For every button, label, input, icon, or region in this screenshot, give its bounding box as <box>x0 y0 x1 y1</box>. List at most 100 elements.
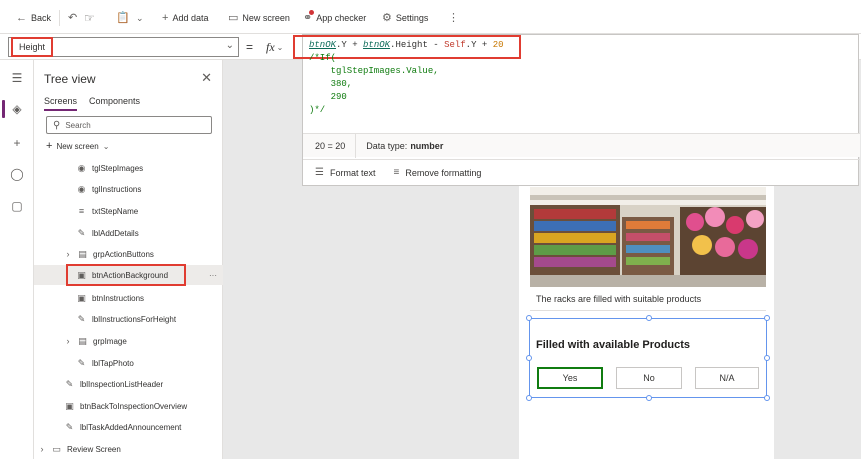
evaluation-bar: 20 = 20 Data type: number <box>303 133 860 158</box>
toggle-icon: ◉ <box>77 183 86 194</box>
undo-icon: ↶ <box>68 11 78 24</box>
plus-icon[interactable]: + <box>9 135 25 151</box>
group-icon: ▤ <box>78 335 87 346</box>
tab-components[interactable]: Components <box>89 96 140 111</box>
answer-yes-button[interactable]: Yes <box>537 367 603 389</box>
app-checker-label: App checker <box>316 13 367 23</box>
resize-handle[interactable] <box>526 315 532 321</box>
node-label: lblAddDetails <box>92 228 139 238</box>
label-icon: ✎ <box>77 227 86 238</box>
label-icon: ✎ <box>65 421 74 432</box>
node-label: lblTapPhoto <box>92 358 134 368</box>
answer-na-button[interactable]: N/A <box>695 367 759 389</box>
divider <box>59 10 60 26</box>
property-name: Height <box>11 37 54 57</box>
paste-dropdown[interactable]: ⌄ <box>136 10 144 26</box>
tree-node[interactable]: ≡ txtStepName <box>76 201 138 221</box>
node-label: lblTaskAddedAnnouncement <box>80 422 182 432</box>
app-checker-button[interactable]: ⚭ App checker <box>303 9 367 26</box>
new-screen-button[interactable]: + New screen ⌄ <box>46 140 109 152</box>
chevron-down-icon: ⌄ <box>276 42 284 52</box>
back-arrow-icon: ← <box>16 11 27 24</box>
selected-container[interactable]: Filled with available Products Yes No N/… <box>526 315 770 401</box>
tree-node[interactable]: ▣ btnBackToInspectionOverview <box>64 396 187 416</box>
button-icon: ▣ <box>65 400 74 411</box>
resize-handle[interactable] <box>764 395 770 401</box>
chevron-right-icon: › <box>40 444 44 454</box>
store-shelves-image <box>530 187 766 287</box>
resize-handle[interactable] <box>526 395 532 401</box>
node-label: btnInstructions <box>92 293 145 303</box>
selection-highlight <box>66 264 186 286</box>
tree-view-panel: Tree view ✕ Screens Components ⚲ Search … <box>34 60 223 459</box>
back-button[interactable]: ← Back <box>16 10 51 26</box>
formula-text: .Height - <box>390 40 445 50</box>
more-commands-button[interactable]: ⋮ <box>448 10 459 26</box>
tree-node[interactable]: ▣ btnInstructions <box>76 288 144 308</box>
resize-handle[interactable] <box>646 395 652 401</box>
tree-node[interactable]: › ▤ grpImage <box>64 331 127 351</box>
tree-node[interactable]: › ▭ Review Screen <box>38 439 121 459</box>
resize-handle[interactable] <box>646 315 652 321</box>
resize-handle[interactable] <box>764 315 770 321</box>
button-icon: ▣ <box>77 292 86 303</box>
tree-node[interactable]: ◉ tglInstructions <box>76 179 142 199</box>
tree-node[interactable]: ✎ lblAddDetails <box>76 223 139 243</box>
media-icon[interactable]: ▢ <box>9 198 25 214</box>
screen-icon: ▭ <box>228 11 239 24</box>
search-input[interactable]: ⚲ Search <box>46 116 212 134</box>
equals-sign: = <box>246 40 254 54</box>
question-title: Filled with available Products <box>536 339 691 351</box>
format-text-button[interactable]: ☰ Format text <box>315 167 375 178</box>
tree-node[interactable]: ✎ lblTaskAddedAnnouncement <box>64 417 182 437</box>
node-label: tglInstructions <box>92 184 142 194</box>
hamburger-icon[interactable]: ☰ <box>9 70 25 86</box>
more-options-icon[interactable]: ··· <box>209 271 217 280</box>
formula-editor[interactable]: btnOK.Y + btnOK.Height - Self.Y + 20 /*I… <box>293 34 860 186</box>
tab-screens[interactable]: Screens <box>44 96 78 111</box>
group-icon: ▤ <box>78 248 87 259</box>
new-screen-button[interactable]: ▭ New screen <box>228 10 290 26</box>
property-selector[interactable]: Height ⌄ <box>8 37 239 57</box>
tree-node[interactable]: ✎ lblInspectionListHeader <box>64 374 163 394</box>
resize-handle[interactable] <box>764 355 770 361</box>
remove-formatting-label: Remove formatting <box>405 167 482 178</box>
node-label: grpActionButtons <box>93 249 154 259</box>
close-icon[interactable]: ✕ <box>201 70 212 86</box>
remove-format-icon: ≡ <box>393 166 400 178</box>
data-type-label: Data type: <box>366 140 408 151</box>
settings-button[interactable]: ⚙ Settings <box>382 10 428 26</box>
tree-tabs: Screens Components <box>44 96 140 111</box>
notification-dot <box>309 9 315 15</box>
tree-node[interactable]: ✎ lblTapPhoto <box>76 353 134 373</box>
toggle-icon: ◉ <box>77 162 86 173</box>
tree-node[interactable]: ✎ lblInstructionsForHeight <box>76 309 176 329</box>
more-vertical-icon: ⋮ <box>448 11 459 24</box>
plus-icon: + <box>162 11 169 24</box>
search-placeholder: Search <box>65 120 91 130</box>
divider <box>355 133 357 158</box>
cursor-pointer: ☞ <box>84 10 95 26</box>
label-icon: ✎ <box>65 378 74 389</box>
remove-formatting-button[interactable]: ≡ Remove formatting <box>393 166 482 178</box>
undo-button[interactable]: ↶ <box>68 10 77 26</box>
add-data-button[interactable]: + Add data <box>162 10 208 26</box>
gear-icon: ⚙ <box>382 11 392 24</box>
formula-ref-btnok: btnOK <box>309 40 337 50</box>
tree-node[interactable]: › ▤ grpActionButtons <box>64 244 154 264</box>
layers-icon[interactable]: ◈ <box>9 101 25 117</box>
data-type-value: number <box>410 140 444 151</box>
tree-view-title: Tree view <box>44 72 96 86</box>
fx-icon: fx <box>266 39 275 54</box>
formula-code[interactable]: btnOK.Y + btnOK.Height - Self.Y + 20 /*I… <box>309 39 504 117</box>
function-button[interactable]: fx ⌄ <box>266 37 296 57</box>
eval-result: 20 = 20 <box>315 140 346 151</box>
database-icon[interactable]: ◯ <box>9 166 25 182</box>
settings-label: Settings <box>395 13 429 23</box>
image-caption: The racks are filled with suitable produ… <box>530 287 766 311</box>
answer-no-button[interactable]: No <box>616 367 682 389</box>
resize-handle[interactable] <box>526 355 532 361</box>
tree-node[interactable]: ◉ tglStepImages <box>76 158 144 178</box>
paste-button[interactable]: 📋 <box>116 10 130 26</box>
formula-comment: /*If( tglStepImages.Value, 380, 290 )*/ <box>309 53 439 115</box>
